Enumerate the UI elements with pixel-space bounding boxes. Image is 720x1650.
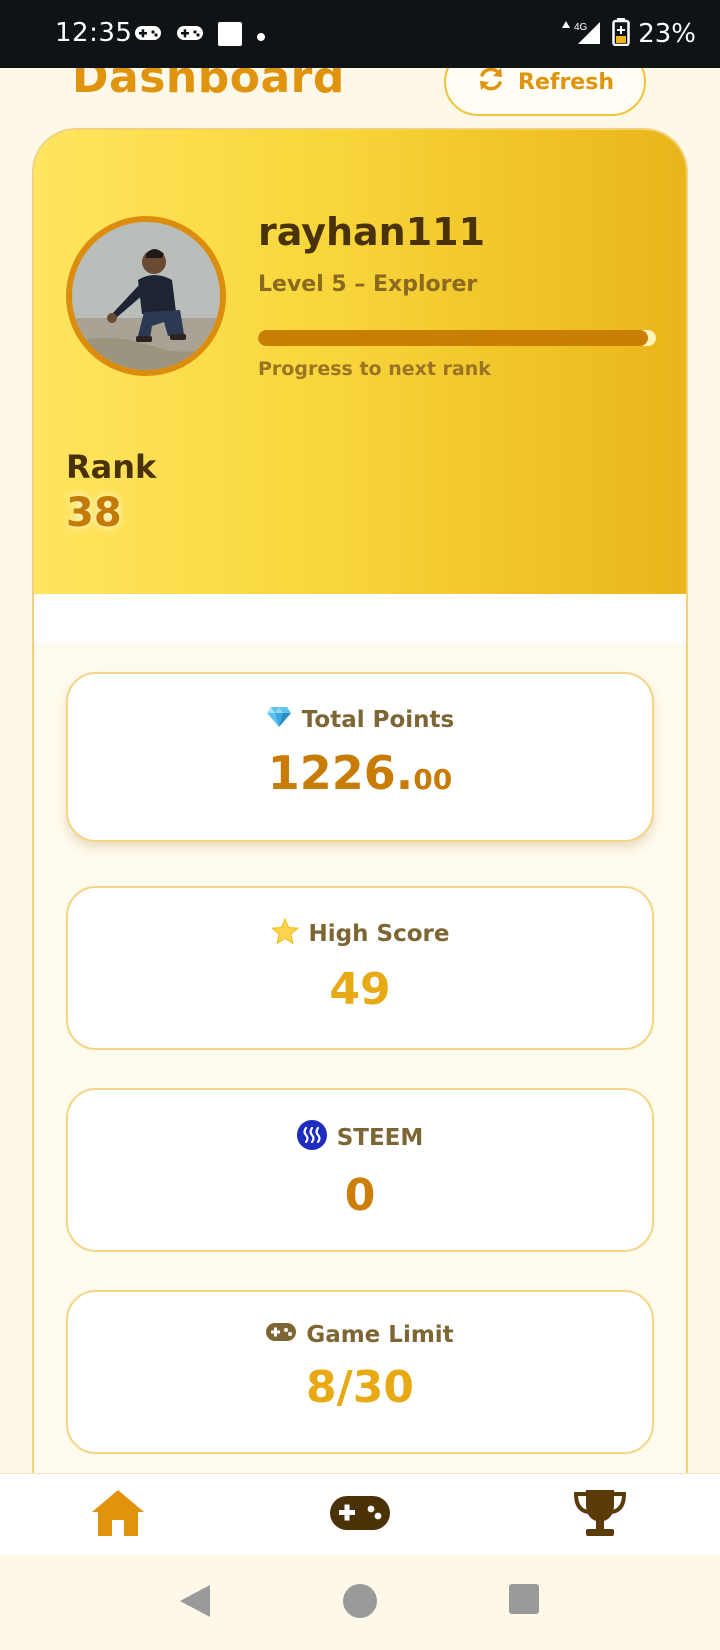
- battery-percentage: 23%: [638, 19, 696, 49]
- game-limit-value: 8/30: [306, 1362, 414, 1413]
- high-score-card: High Score 49: [66, 886, 654, 1050]
- avatar: [66, 216, 226, 376]
- nav-games[interactable]: [328, 1488, 392, 1542]
- battery-icon: [612, 18, 630, 50]
- level-text: Level 5 – Explorer: [258, 272, 478, 297]
- nav-home[interactable]: [86, 1488, 150, 1542]
- signal-icon: 4G: [558, 18, 604, 50]
- bottom-nav: [0, 1473, 720, 1556]
- high-score-value: 49: [329, 964, 391, 1015]
- total-points-integer: 1226.: [267, 746, 414, 800]
- back-button[interactable]: [178, 1583, 212, 1623]
- status-time: 12:35: [55, 18, 133, 48]
- rank-value: 38: [66, 490, 122, 536]
- status-bar: 12:35 4G 23%: [0, 0, 720, 68]
- rank-progress-bar: [258, 330, 656, 346]
- app-content: Dashboard Refresh rayhan111 Level 5 – Ex…: [0, 68, 720, 1473]
- system-nav-bar: [0, 1555, 720, 1650]
- gem-icon: [266, 706, 292, 734]
- home-button[interactable]: [342, 1583, 378, 1623]
- nav-leaderboard[interactable]: [568, 1488, 632, 1542]
- profile-card: rayhan111 Level 5 – Explorer Progress to…: [32, 128, 688, 1473]
- total-points-card: Total Points 1226.00: [66, 672, 654, 842]
- refresh-label: Refresh: [518, 69, 614, 95]
- total-points-decimals: 00: [413, 763, 453, 796]
- game-controller-icon: [329, 1494, 391, 1536]
- username: rayhan111: [258, 210, 486, 254]
- steem-value: 0: [344, 1170, 376, 1221]
- back-triangle-icon: [178, 1585, 212, 1623]
- rank-label: Rank: [66, 448, 157, 486]
- hero-divider: [34, 594, 686, 642]
- page-title: Dashboard: [72, 68, 345, 103]
- square-icon: [218, 22, 242, 50]
- home-icon: [90, 1488, 146, 1542]
- recents-square-icon: [508, 1584, 540, 1619]
- refresh-icon: [476, 68, 506, 100]
- high-score-label: High Score: [308, 921, 450, 947]
- trophy-icon: [572, 1488, 628, 1542]
- gamepad-icon: [266, 1322, 297, 1348]
- steem-card: STEEM 0: [66, 1088, 654, 1252]
- profile-hero: rayhan111 Level 5 – Explorer Progress to…: [34, 130, 686, 594]
- dot-icon: [256, 27, 266, 46]
- game-controller-icon: [176, 23, 204, 49]
- notification-icons: [134, 22, 266, 50]
- home-circle-icon: [342, 1584, 378, 1623]
- network-type: 4G: [574, 22, 588, 33]
- recents-button[interactable]: [508, 1583, 540, 1619]
- game-limit-label: Game Limit: [306, 1322, 454, 1348]
- total-points-label: Total Points: [301, 707, 455, 733]
- rank-progress-fill: [258, 330, 649, 346]
- star-icon: [270, 917, 299, 950]
- steem-logo-icon: [296, 1120, 327, 1156]
- refresh-button[interactable]: Refresh: [444, 68, 646, 116]
- total-points-value: 1226.00: [68, 746, 652, 800]
- game-controller-icon: [134, 23, 162, 49]
- steem-label: STEEM: [336, 1125, 424, 1151]
- game-limit-card: Game Limit 8/30: [66, 1290, 654, 1454]
- progress-label: Progress to next rank: [258, 358, 491, 380]
